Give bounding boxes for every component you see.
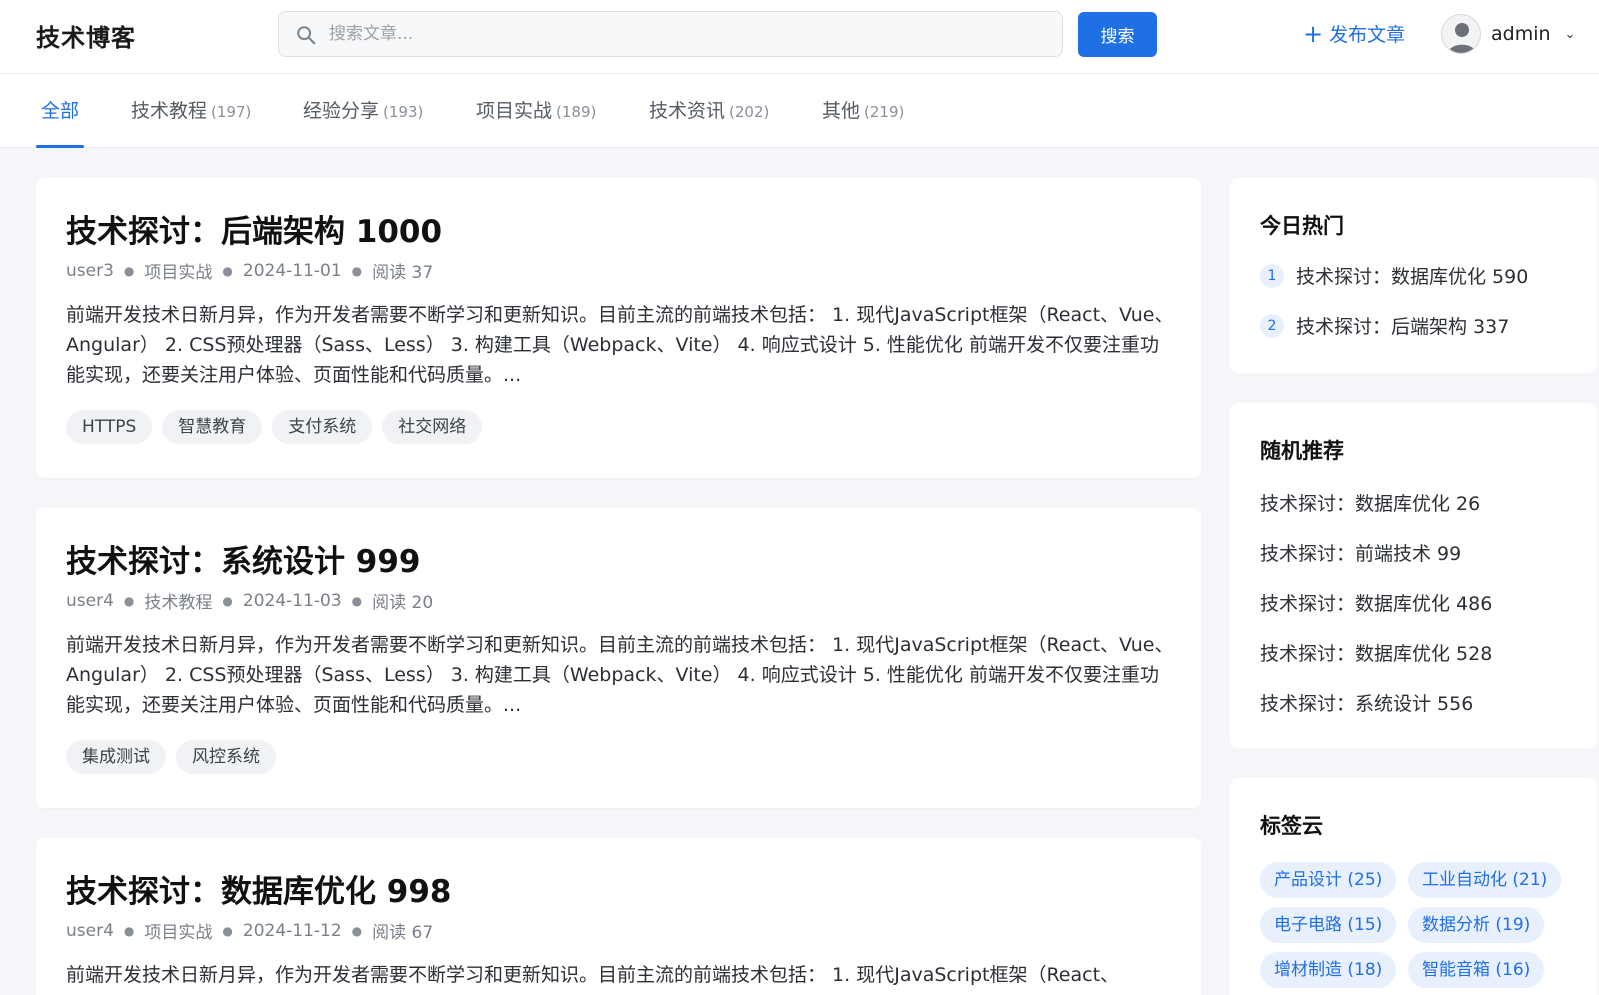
article-excerpt: 前端开发技术日新月异，作为开发者需要不断学习和更新知识。目前主流的前端技术包括：… xyxy=(66,964,1120,986)
panel-title: 随机推荐 xyxy=(1260,439,1344,463)
article-excerpt: 前端开发技术日新月异，作为开发者需要不断学习和更新知识。目前主流的前端技术包括：… xyxy=(66,634,1174,716)
cloud-tag[interactable]: 数据分析 (19) xyxy=(1408,907,1545,943)
separator-dot: ● xyxy=(351,263,363,278)
hot-article[interactable]: 1 技术探讨：数据库优化 590 xyxy=(1260,262,1528,289)
separator-dot: ● xyxy=(123,923,135,938)
separator-dot: ● xyxy=(222,923,233,938)
username: admin xyxy=(1491,23,1551,45)
hot-article-title: 技术探讨：数据库优化 590 xyxy=(1296,266,1529,288)
tab-tutorials[interactable]: 技术教程 (197) xyxy=(131,74,251,148)
cloud-tag[interactable]: 电子电路 (15) xyxy=(1260,907,1397,943)
article-reads: 阅读 37 xyxy=(372,263,434,283)
rank-badge: 1 xyxy=(1260,263,1284,288)
tag-chip[interactable]: HTTPS xyxy=(66,410,153,444)
tab-count: (189) xyxy=(556,103,597,121)
article-author[interactable]: user4 xyxy=(66,591,114,611)
rank-badge: 2 xyxy=(1260,313,1284,338)
article-category[interactable]: 技术教程 xyxy=(144,588,212,613)
hot-article-title: 技术探讨：后端架构 337 xyxy=(1296,316,1510,338)
category-tabs: 全部 技术教程 (197) 经验分享 (193) 项目实战 (189) 技术资讯 (20… xyxy=(0,74,1599,148)
search-input[interactable] xyxy=(329,12,1049,56)
article-reads: 阅读 20 xyxy=(372,593,434,613)
article-meta: user4 ● 技术教程 ● 2024-11-03 ● 阅读 20 xyxy=(66,588,434,614)
tab-other[interactable]: 其他 (219) xyxy=(822,74,904,148)
tab-projects[interactable]: 项目实战 (189) xyxy=(476,74,596,148)
article-author[interactable]: user4 xyxy=(66,921,114,941)
article-excerpt: 前端开发技术日新月异，作为开发者需要不断学习和更新知识。目前主流的前端技术包括：… xyxy=(66,304,1174,386)
tab-all[interactable]: 全部 xyxy=(35,74,85,148)
recommended-article[interactable]: 技术探讨：数据库优化 486 xyxy=(1260,589,1492,616)
plus-icon: + xyxy=(1303,19,1324,48)
tag-chip[interactable]: 集成测试 xyxy=(66,740,166,774)
article-tags: 集成测试 风控系统 xyxy=(66,740,276,774)
article-meta: user3 ● 项目实战 ● 2024-11-01 ● 阅读 37 xyxy=(66,258,434,284)
search-button[interactable]: 搜索 xyxy=(1078,12,1157,57)
recommended-article[interactable]: 技术探讨：前端技术 99 xyxy=(1260,539,1461,566)
tab-experience[interactable]: 经验分享 (193) xyxy=(303,74,423,148)
separator-dot: ● xyxy=(123,263,135,278)
article-card: 技术探讨：数据库优化 998 user4 ● 项目实战 ● 2024-11-12 ● … xyxy=(36,838,1201,995)
recommended-article[interactable]: 技术探讨：数据库优化 528 xyxy=(1260,639,1492,666)
cloud-tag[interactable]: 智能音箱 (16) xyxy=(1408,952,1545,988)
tab-count: (197) xyxy=(211,103,252,121)
tab-label: 技术资讯 xyxy=(649,100,726,122)
tag-chip[interactable]: 社交网络 xyxy=(382,410,483,444)
tab-count: (193) xyxy=(383,103,424,121)
article-category[interactable]: 项目实战 xyxy=(144,258,212,283)
article-title[interactable]: 技术探讨：数据库优化 998 xyxy=(66,866,452,911)
publish-label: 发布文章 xyxy=(1329,24,1406,46)
article-title[interactable]: 技术探讨：后端架构 1000 xyxy=(66,206,442,251)
tag-chip[interactable]: 支付系统 xyxy=(272,410,373,444)
tag-cloud-panel: 标签云 产品设计 (25) 工业自动化 (21) 电子电路 (15) 数据分析 … xyxy=(1230,778,1597,995)
random-recommend-panel: 随机推荐 技术探讨：数据库优化 26 技术探讨：前端技术 99 技术探讨：数据库… xyxy=(1230,403,1597,748)
article-card: 技术探讨：后端架构 1000 user3 ● 项目实战 ● 2024-11-01 ● … xyxy=(36,178,1201,478)
cloud-tag[interactable]: 工业自动化 (21) xyxy=(1408,862,1562,898)
search-icon xyxy=(297,26,316,45)
article-date: 2024-11-01 xyxy=(242,260,342,281)
tab-label: 经验分享 xyxy=(303,100,380,122)
avatar xyxy=(1441,14,1481,54)
tab-label: 技术教程 xyxy=(131,100,208,122)
user-menu[interactable]: admin ⌄ xyxy=(1441,13,1575,55)
panel-title: 标签云 xyxy=(1260,814,1323,838)
article-tags: HTTPS 智慧教育 支付系统 社交网络 xyxy=(66,410,483,444)
article-title[interactable]: 技术探讨：系统设计 999 xyxy=(66,536,421,581)
tag-chip[interactable]: 风控系统 xyxy=(176,740,276,774)
article-author[interactable]: user3 xyxy=(66,261,114,281)
chevron-down-icon: ⌄ xyxy=(1564,26,1576,42)
search-bar[interactable] xyxy=(278,11,1063,57)
article-reads: 阅读 67 xyxy=(372,923,434,943)
user-icon xyxy=(1448,23,1476,53)
tab-count: (219) xyxy=(864,103,905,121)
separator-dot: ● xyxy=(222,263,233,278)
hot-article[interactable]: 2 技术探讨：后端架构 337 xyxy=(1260,312,1509,339)
tab-count: (202) xyxy=(729,103,770,121)
article-date: 2024-11-03 xyxy=(242,590,342,611)
article-card: 技术探讨：系统设计 999 user4 ● 技术教程 ● 2024-11-03 ● 阅… xyxy=(36,508,1201,808)
article-category[interactable]: 项目实战 xyxy=(144,918,212,943)
separator-dot: ● xyxy=(351,923,363,938)
cloud-tag[interactable]: 产品设计 (25) xyxy=(1260,862,1397,898)
cloud-tag[interactable]: 增材制造 (18) xyxy=(1260,952,1397,988)
recommended-article[interactable]: 技术探讨：系统设计 556 xyxy=(1260,689,1473,716)
top-bar: 技术博客 搜索 + 发布文章 admin ⌄ xyxy=(0,0,1599,74)
article-date: 2024-11-12 xyxy=(242,920,342,941)
tag-chip[interactable]: 智慧教育 xyxy=(162,410,263,444)
site-logo[interactable]: 技术博客 xyxy=(36,18,136,53)
tab-label: 全部 xyxy=(41,100,80,122)
publish-article-button[interactable]: + 发布文章 xyxy=(1303,20,1405,47)
separator-dot: ● xyxy=(222,593,233,608)
hot-today-panel: 今日热门 1 技术探讨：数据库优化 590 2 技术探讨：后端架构 337 xyxy=(1230,178,1597,373)
tab-news[interactable]: 技术资讯 (202) xyxy=(649,74,769,148)
tab-label: 其他 xyxy=(822,100,861,122)
article-meta: user4 ● 项目实战 ● 2024-11-12 ● 阅读 67 xyxy=(66,918,434,944)
recommended-article[interactable]: 技术探讨：数据库优化 26 xyxy=(1260,489,1480,516)
tab-label: 项目实战 xyxy=(476,100,553,122)
separator-dot: ● xyxy=(123,593,135,608)
separator-dot: ● xyxy=(351,593,363,608)
panel-title: 今日热门 xyxy=(1260,214,1344,238)
